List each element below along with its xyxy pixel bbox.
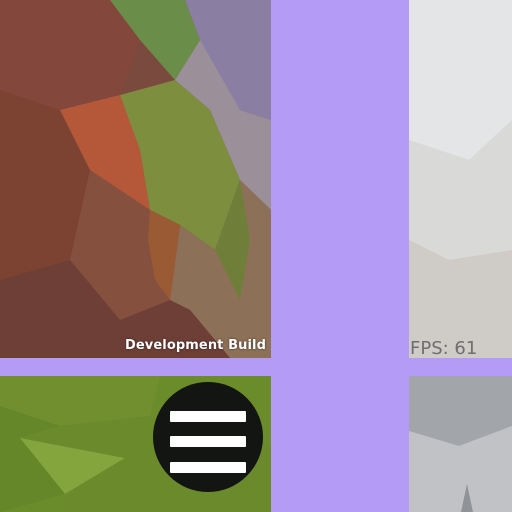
viewport-stone (409, 376, 512, 512)
hamburger-menu-icon-bar-top (170, 411, 246, 422)
menu-button[interactable] (153, 382, 263, 492)
viewport-terrain: Development Build (0, 0, 271, 358)
terrain-scene (0, 0, 271, 358)
viewport-grass (0, 376, 271, 512)
hamburger-menu-icon-bar-middle (170, 436, 246, 447)
fps-counter: FPS: 61 (410, 338, 478, 358)
development-build-label: Development Build (124, 338, 266, 353)
viewport-fog: FPS: 61 (409, 0, 512, 358)
fog-scene (409, 0, 512, 358)
game-screen: Development Build FPS: 61 (0, 0, 512, 512)
hamburger-menu-icon-bar-bottom (170, 462, 246, 473)
stone-scene (409, 376, 512, 512)
